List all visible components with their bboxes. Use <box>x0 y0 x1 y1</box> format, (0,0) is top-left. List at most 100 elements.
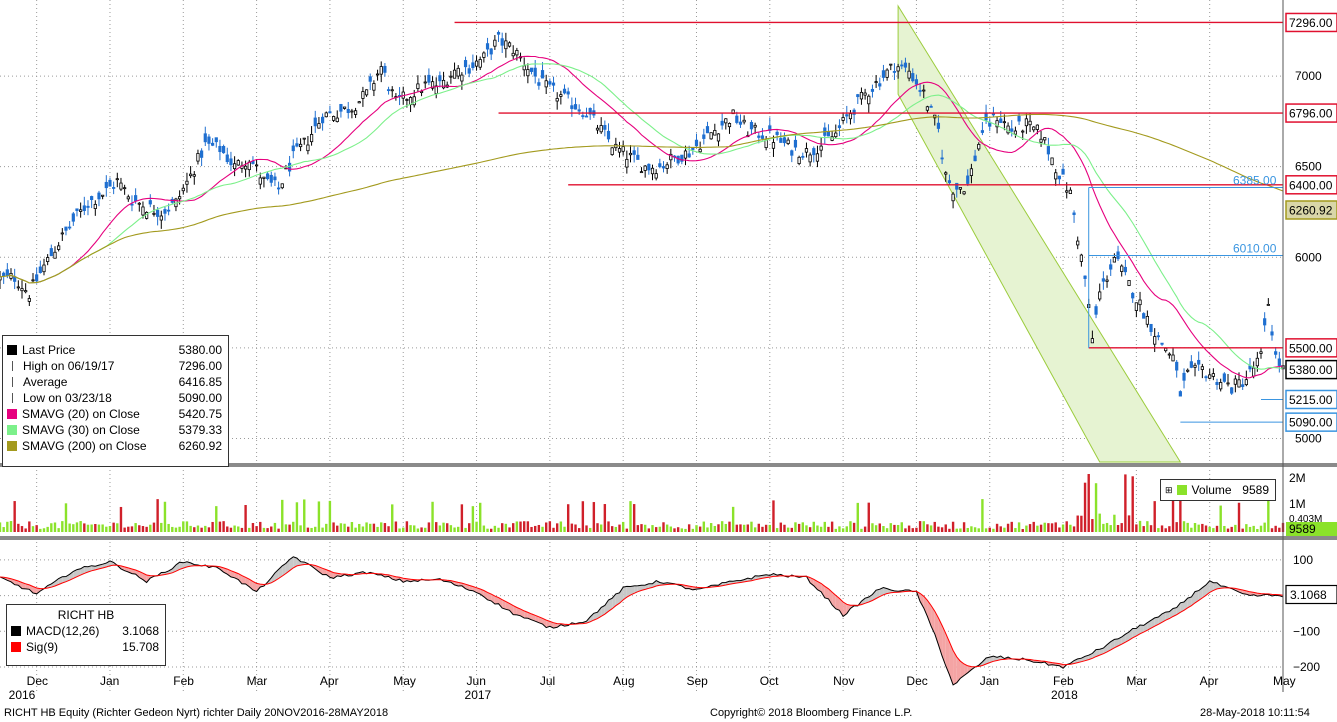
volume-bar <box>438 525 442 532</box>
volume-bar <box>1153 501 1156 532</box>
volume-bar <box>442 522 445 532</box>
volume-bar <box>922 521 925 532</box>
volume-bar <box>196 525 200 532</box>
candle-body <box>929 105 933 108</box>
candle-body <box>1244 379 1248 386</box>
volume-bar <box>134 523 137 532</box>
volume-bar <box>237 526 240 532</box>
legend-toggle-icon[interactable]: ⊞ <box>1165 482 1173 498</box>
legend-swatch <box>7 441 17 451</box>
candle-body <box>1200 366 1204 370</box>
candle-body <box>1105 279 1109 282</box>
volume-bar <box>1061 524 1065 532</box>
volume-bar <box>871 523 874 532</box>
candle-body <box>1098 291 1102 300</box>
volume-bar <box>1230 526 1233 532</box>
legend-label: Sig(9) <box>26 640 59 654</box>
candle-body <box>834 132 838 138</box>
candle-body <box>328 111 332 114</box>
legend-value: 6416.85 <box>178 375 222 389</box>
volume-bar <box>900 522 903 532</box>
volume-bar <box>1021 528 1024 532</box>
legend-row: Average 6416.85 <box>3 374 228 390</box>
candle-body <box>991 113 996 116</box>
volume-bar <box>259 521 262 532</box>
legend-row: MACD(12,26) 3.1068 <box>7 623 165 639</box>
candle-body <box>826 130 831 137</box>
volume-bar <box>548 521 552 532</box>
candle-body <box>1167 353 1171 356</box>
volume-bar <box>1006 523 1010 532</box>
volume-bar <box>1138 520 1142 532</box>
candle-body <box>1021 130 1025 133</box>
macd-line <box>0 556 1284 686</box>
month-label: Aug <box>613 674 634 688</box>
volume-bar <box>61 521 64 532</box>
volume-bar <box>680 528 684 532</box>
candle-body <box>75 208 79 212</box>
candle-body <box>339 104 343 112</box>
candle-body <box>306 144 310 152</box>
candle-body <box>126 196 130 200</box>
candle-body <box>361 91 365 99</box>
legend-row: Low on 03/23/18 5090.00 <box>3 390 228 406</box>
candle-body <box>947 180 952 184</box>
footer-left: RICHT HB Equity (Richter Gedeon Nyrt) ri… <box>4 707 389 719</box>
volume-bar <box>552 527 555 532</box>
candle-body <box>1109 264 1113 270</box>
candle-body <box>97 192 101 200</box>
legend-label: Last Price <box>22 343 76 357</box>
candle-body <box>683 150 688 159</box>
volume-bar <box>816 525 819 532</box>
legend-row: SMAVG (20) on Close 5420.75 <box>3 406 228 422</box>
volume-bar <box>1091 519 1094 532</box>
candle-body <box>925 106 930 111</box>
candle-body <box>878 83 882 87</box>
legend-swatch <box>11 626 21 636</box>
volume-bar <box>409 525 412 532</box>
candle-body <box>86 205 90 208</box>
candle-body <box>1131 292 1135 299</box>
volume-bar <box>97 524 101 532</box>
volume-bar <box>783 524 786 532</box>
candle-body <box>463 60 468 68</box>
volume-bar <box>537 524 541 532</box>
volume-bar <box>1164 528 1167 532</box>
candle-body <box>922 89 926 92</box>
candle-body <box>1241 384 1245 387</box>
volume-bar <box>1072 526 1076 532</box>
year-label: 2016 <box>9 688 36 702</box>
volume-bar <box>973 527 977 532</box>
candle-body <box>625 158 629 168</box>
candle-body <box>452 69 457 79</box>
volume-bar <box>988 527 991 532</box>
volume-bar <box>405 521 409 532</box>
candle-body <box>1057 175 1061 180</box>
candle-body <box>298 143 303 148</box>
candle-body <box>1032 126 1036 131</box>
volume-bar <box>130 526 134 532</box>
volume-bar <box>808 527 812 532</box>
volume-bar <box>1234 524 1237 532</box>
candle-body <box>427 74 431 83</box>
volume-bar <box>827 526 830 532</box>
candle-body <box>1076 240 1080 246</box>
candle-body <box>1222 373 1226 382</box>
candle-body <box>962 191 966 195</box>
candle-body <box>134 195 138 202</box>
volume-bar <box>138 525 141 532</box>
candle-body <box>200 150 204 158</box>
candle-body <box>1230 387 1234 394</box>
candle-body <box>46 257 50 262</box>
volume-bar <box>614 526 618 532</box>
volume-bar <box>1113 514 1116 532</box>
volume-swatch <box>1176 485 1187 495</box>
volume-bar <box>1208 526 1211 532</box>
volume-bar <box>1076 515 1079 532</box>
volume-bar <box>863 526 867 532</box>
candle-body <box>573 104 578 110</box>
candle-body <box>244 165 248 170</box>
candle-body <box>1219 382 1223 390</box>
legend-value: 3.1068 <box>122 624 159 638</box>
volume-bar <box>860 528 863 532</box>
